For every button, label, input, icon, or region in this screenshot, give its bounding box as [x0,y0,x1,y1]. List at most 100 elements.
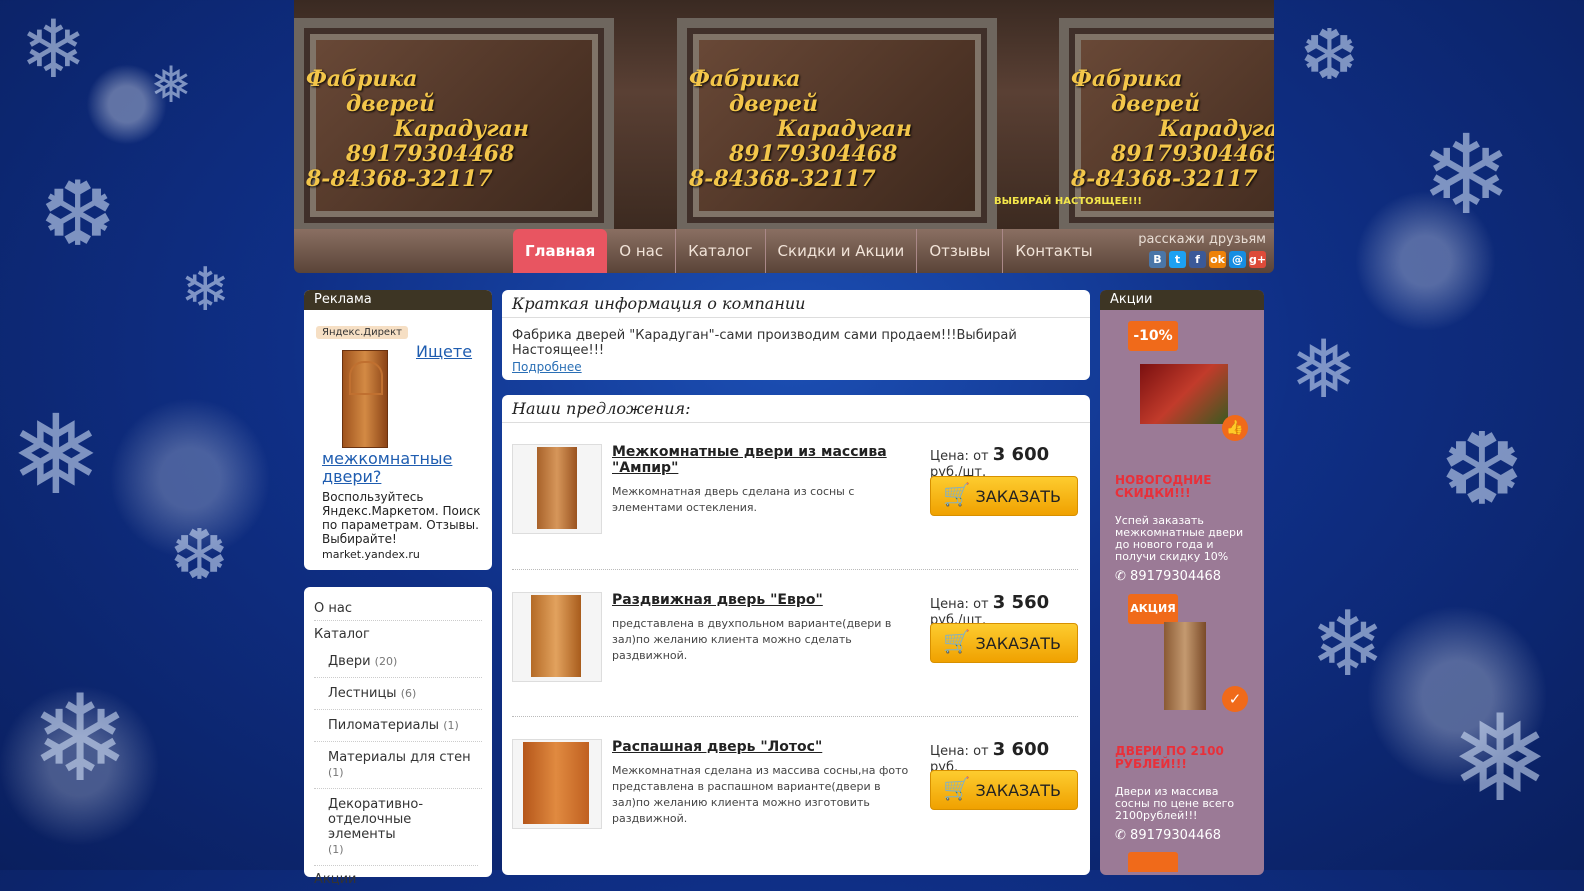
main-nav: Главная О нас Каталог Скидки и Акции Отз… [294,229,1274,273]
about-more-link[interactable]: Подробнее [512,360,582,374]
promo-heading: НОВОГОДНИЕ СКИДКИ!!! [1115,473,1212,500]
banner-line: 8-84368-32117 [1071,166,1258,192]
offer-card: Раздвижная дверь "Евро" представлена в д… [512,592,1078,712]
order-label: ЗАКАЗАТЬ [975,781,1061,800]
offer-description: Межкомнатная дверь сделана из сосны с эл… [612,485,855,514]
order-button[interactable]: 🛒 ЗАКАЗАТЬ [930,476,1078,516]
promo-text: Двери из массива сосны по цене всего 210… [1115,785,1235,822]
menu-sub-lumber[interactable]: Пиломатериалы (1) [314,710,482,742]
cart-icon: 🛒 [943,630,971,655]
ad-link[interactable]: межкомнатные двери? [322,450,482,486]
snowflake-icon: ❄ [1310,592,1386,697]
facebook-icon[interactable]: f [1189,251,1206,268]
offer-image[interactable] [512,739,602,829]
menu-sub-stairs[interactable]: Лестницы (6) [314,678,482,710]
odnoklassniki-icon[interactable]: ok [1209,251,1226,268]
menu-sub-count: (20) [374,655,398,668]
offer-image[interactable] [512,444,602,534]
promo-door-image[interactable] [1164,622,1206,710]
snowflake-icon: ❄ [180,255,231,325]
sale-badge: АКЦИЯ [1128,594,1178,624]
snowflake-icon: ❆ [170,514,229,596]
about-box: Краткая информация о компании Фабрика дв… [502,290,1090,380]
offer-card: Распашная дверь "Лотос" Межкомнатная сде… [512,739,1078,859]
snowflake-icon: ❅ [150,56,192,114]
snowflake-icon: ❆ [1300,14,1359,96]
nav-item-contacts[interactable]: Контакты [1003,229,1104,273]
snowflake-icon: ❅ [1290,323,1358,416]
menu-sub-label: Лестницы [328,686,397,701]
menu-sub-count: (1) [328,766,344,779]
menu-sub-label: Пиломатериалы [328,718,440,733]
offer-price: Цена: от 3 600 руб./шт. [930,444,1049,480]
banner-line: Карадуган [394,116,530,142]
offer-title[interactable]: Раздвижная дверь "Евро" [612,592,902,608]
banner-line: дверей [346,91,436,117]
offers-title: Наши предложения: [502,395,1090,423]
vk-icon[interactable]: В [1149,251,1166,268]
order-button[interactable]: 🛒 ЗАКАЗАТЬ [930,770,1078,810]
banner-line: 89179304468 [1111,141,1274,167]
twitter-icon[interactable]: t [1169,251,1186,268]
nav-item-home[interactable]: Главная [513,229,608,273]
ad-door-image[interactable] [342,350,388,448]
menu-sub-label: Материалы для стен [328,750,471,765]
order-label: ЗАКАЗАТЬ [975,487,1061,506]
snowflake-icon: ❄ [20,3,88,96]
price-label: Цена: от [930,449,989,464]
nav-item-about[interactable]: О нас [607,229,677,273]
promo-badge-partial [1128,852,1178,872]
menu-sub-count: (1) [443,719,459,732]
offer-divider [512,569,1078,570]
phone-number: 89179304468 [1130,828,1222,843]
side-menu: О нас Каталог Двери (20) Лестницы (6) Пи… [304,587,492,887]
banner-line: Карадуган [777,116,913,142]
promo-heading: ДВЕРИ ПО 2100 РУБЛЕЙ!!! [1115,744,1224,771]
order-label: ЗАКАЗАТЬ [975,634,1061,653]
ad-link[interactable]: Ищете [416,342,472,361]
menu-sub-doors[interactable]: Двери (20) [314,646,482,678]
menu-item-catalog[interactable]: Каталог [314,621,482,646]
offer-title[interactable]: Распашная дверь "Лотос" [612,739,902,755]
banner-line: 89179304468 [346,141,515,167]
thumbs-up-icon[interactable]: 👍 [1222,415,1248,441]
offer-title[interactable]: Межкомнатные двери из массива "Ампир" [612,444,902,476]
nav-item-catalog[interactable]: Каталог [676,229,766,273]
banner-line: Карадуган [1159,116,1274,142]
offer-description: Межкомнатная сделана из массива сосны,на… [612,764,909,825]
menu-item-about[interactable]: О нас [314,595,482,621]
promo-title: Акции [1100,290,1264,310]
ad-box: Реклама Яндекс.Директ Ищете межкомнатные… [304,290,492,570]
ad-domain[interactable]: market.yandex.ru [322,548,420,561]
ad-box-title: Реклама [304,290,492,310]
snowflake-icon: ❄ [30,670,131,809]
snowflake-icon: ❄ [1420,111,1513,239]
mail-icon[interactable]: @ [1229,251,1246,268]
promo-image[interactable] [1140,364,1228,424]
nav-item-reviews[interactable]: Отзывы [917,229,1004,273]
phone-icon: ✆ [1115,828,1126,843]
offer-image[interactable] [512,592,602,682]
check-icon[interactable]: ✓ [1222,686,1248,712]
menu-sub-wall-materials[interactable]: Материалы для стен (1) [314,742,482,789]
menu-sub-decor[interactable]: Декоративно-отделочные элементы (1) [314,789,478,866]
banner-line: Фабрика [689,66,801,92]
ad-badge: Яндекс.Директ [316,326,408,339]
offer-description: представлена в двухпольном варианте(двер… [612,617,892,662]
order-button[interactable]: 🛒 ЗАКАЗАТЬ [930,623,1078,663]
nav-item-discounts[interactable]: Скидки и Акции [766,229,918,273]
price-label: Цена: от [930,597,989,612]
about-text: Фабрика дверей "Карадуган"-сами производ… [512,328,1017,358]
offers-box: Наши предложения: Межкомнатные двери из … [502,395,1090,875]
banner-line: дверей [1111,91,1201,117]
banner-panel: Фабрика дверей Карадуган 89179304468 8-8… [294,18,614,230]
cart-icon: 🛒 [943,777,971,802]
offer-card: Межкомнатные двери из массива "Ампир" Ме… [512,444,1078,564]
discount-badge: -10% [1128,321,1178,351]
offer-divider [512,716,1078,717]
banner-line: Фабрика [1071,66,1183,92]
promo-text: Успей заказать межкомнатные двери до нов… [1115,514,1244,563]
ad-description: Воспользуйтесь Яндекс.Маркетом. Поиск по… [322,490,481,546]
snowflake-icon: ❅ [10,391,103,519]
googleplus-icon[interactable]: g+ [1249,251,1266,268]
